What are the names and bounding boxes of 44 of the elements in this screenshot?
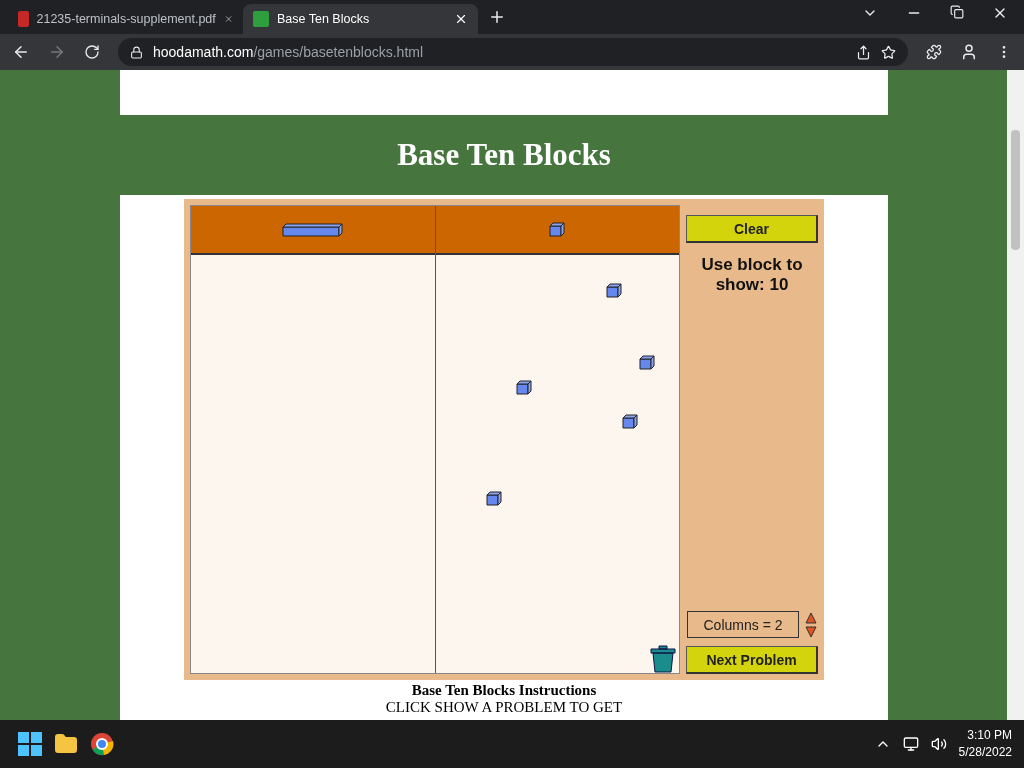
unit-cube[interactable] (621, 414, 639, 429)
close-icon[interactable] (454, 12, 468, 26)
ten-rod[interactable] (281, 222, 344, 237)
scrollbar[interactable] (1007, 70, 1024, 720)
reload-icon[interactable] (84, 44, 100, 60)
restore-icon[interactable] (950, 5, 964, 19)
trash-icon[interactable] (649, 643, 677, 673)
site-icon (253, 11, 269, 27)
next-problem-button[interactable]: Next Problem (686, 646, 818, 674)
unit-cube[interactable] (605, 283, 623, 298)
columns-label: Columns = 2 (687, 611, 799, 638)
start-icon[interactable] (18, 732, 42, 756)
forward-icon[interactable] (48, 43, 66, 61)
unit-cube[interactable] (638, 355, 656, 370)
clock-time: 3:10 PM (966, 727, 1012, 744)
folder-icon[interactable] (54, 732, 78, 756)
extensions-icon[interactable] (926, 44, 942, 60)
clear-button[interactable]: Clear (686, 215, 818, 243)
increase-icon[interactable] (805, 611, 817, 624)
volume-icon[interactable] (930, 736, 947, 752)
instructions-text: CLICK SHOW A PROBLEM TO GET (385, 699, 623, 716)
new-tab-icon[interactable] (488, 8, 506, 26)
browser-tab[interactable]: 21235-terminals-supplement.pdf (8, 4, 243, 34)
unit-cube[interactable] (485, 491, 503, 506)
instructions-title: Base Ten Blocks Instructions (410, 682, 598, 699)
back-icon[interactable] (12, 43, 30, 61)
prompt-text: Use block to show: 10 (700, 255, 804, 295)
star-icon[interactable] (881, 44, 896, 60)
page-title: Base Ten Blocks (396, 136, 612, 174)
profile-icon[interactable] (960, 43, 978, 61)
url-text: hoodamath.com/games/basetenblocks.html (153, 44, 424, 60)
address-bar[interactable]: hoodamath.com/games/basetenblocks.html (118, 38, 908, 66)
share-icon[interactable] (856, 44, 871, 60)
network-icon[interactable] (902, 736, 919, 752)
lock-icon (130, 45, 143, 59)
unit-cube[interactable] (548, 222, 566, 237)
pdf-icon (18, 11, 29, 27)
browser-icon[interactable] (90, 732, 114, 756)
clock-date: 5/28/2022 (958, 744, 1012, 761)
unit-cube[interactable] (515, 380, 533, 395)
tab-title: Base Ten Blocks (277, 12, 371, 26)
tab-title: 21235-terminals-supplement.pdf (36, 12, 216, 26)
decrease-icon[interactable] (805, 625, 817, 638)
browser-tab[interactable]: Base Ten Blocks (243, 4, 478, 34)
